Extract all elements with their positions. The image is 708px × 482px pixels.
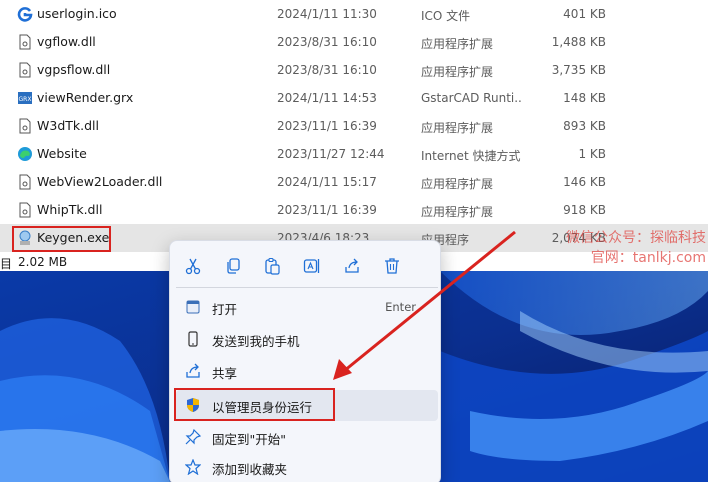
file-name: W3dTk.dll: [37, 118, 99, 133]
watermark-wechat: 微信公众号：探临科技: [566, 230, 706, 246]
file-row[interactable]: vgflow.dll 2023/8/31 16:10 应用程序扩展 1,488 …: [0, 28, 708, 56]
file-name: viewRender.grx: [37, 90, 134, 105]
status-selected-size: 2.02 MB: [18, 255, 68, 269]
file-row[interactable]: Website 2023/11/27 12:44 Internet 快捷方式 1…: [0, 140, 708, 168]
file-size: 893 KB: [563, 119, 606, 133]
copy-icon: [227, 258, 240, 274]
watermark: 微信公众号：探临科技 官网：tanlkj.com: [540, 228, 706, 268]
menu-item-label: 共享: [212, 366, 238, 381]
file-type: 应用程序扩展: [421, 121, 494, 135]
file-size: 401 KB: [563, 7, 606, 21]
rename-icon: [303, 259, 320, 273]
file-date: 2023/11/1 16:39: [277, 203, 377, 217]
file-name: Website: [37, 146, 87, 161]
file-date: 2024/1/11 14:53: [277, 91, 377, 105]
phone-icon: [188, 331, 198, 347]
dll-file-icon: [19, 62, 31, 78]
context-menu: 打开 Enter 发送到我的手机 共享 以管理员身份运行 固定到"开始" 添加到…: [169, 240, 441, 482]
file-size: 3,735 KB: [551, 63, 606, 77]
file-type: 应用程序扩展: [421, 37, 494, 51]
file-size: 146 KB: [563, 175, 606, 189]
menu-item-label: 添加到收藏夹: [212, 462, 288, 477]
file-name: vgflow.dll: [37, 34, 96, 49]
file-row[interactable]: vgpsflow.dll 2023/8/31 16:10 应用程序扩展 3,73…: [0, 56, 708, 84]
menu-item-label: 打开: [212, 302, 238, 317]
pin-icon: [185, 429, 201, 445]
file-type: ICO 文件: [421, 9, 471, 23]
menu-item-label: 发送到我的手机: [212, 334, 300, 349]
paste-icon: [265, 257, 280, 275]
file-date: 2023/11/27 12:44: [277, 147, 385, 161]
run-as-admin-highlight-box: [174, 388, 335, 421]
file-row[interactable]: userlogin.ico 2024/1/11 11:30 ICO 文件 401…: [0, 0, 708, 28]
grx-file-icon: GRX: [18, 92, 32, 104]
dll-file-icon: [19, 174, 31, 190]
edge-shortcut-icon: [18, 147, 32, 161]
menu-item-shortcut: Enter: [385, 300, 416, 314]
file-date: 2024/1/11 11:30: [277, 7, 377, 21]
dll-file-icon: [19, 34, 31, 50]
star-icon: [185, 459, 201, 475]
file-size: 1 KB: [578, 147, 606, 161]
svg-text:GRX: GRX: [19, 96, 32, 103]
file-row[interactable]: W3dTk.dll 2023/11/1 16:39 应用程序扩展 893 KB: [0, 112, 708, 140]
file-size: 918 KB: [563, 203, 606, 217]
dll-file-icon: [19, 118, 31, 134]
file-date: 2023/11/1 16:39: [277, 119, 377, 133]
watermark-website: 官网：tanlkj.com: [590, 250, 706, 266]
file-type: 应用程序扩展: [421, 177, 494, 191]
menu-item-pin-to-start[interactable]: 固定到"开始": [176, 422, 438, 453]
file-type: 应用程序扩展: [421, 65, 494, 79]
file-row[interactable]: WhipTk.dll 2023/11/1 16:39 应用程序扩展 918 KB: [0, 196, 708, 224]
delete-button[interactable]: [380, 254, 404, 278]
file-name: WhipTk.dll: [37, 202, 103, 217]
file-name: userlogin.ico: [37, 6, 117, 21]
menu-item-add-favorites[interactable]: 添加到收藏夹: [176, 452, 438, 482]
file-date: 2024/1/11 15:17: [277, 175, 377, 189]
file-type: 应用程序扩展: [421, 205, 494, 219]
rename-button[interactable]: [300, 254, 324, 278]
file-row[interactable]: WebView2Loader.dll 2024/1/11 15:17 应用程序扩…: [0, 168, 708, 196]
ico-file-icon: [17, 7, 33, 22]
cut-button[interactable]: [181, 254, 205, 278]
file-list: userlogin.ico 2024/1/11 11:30 ICO 文件 401…: [0, 0, 708, 253]
cut-icon: [185, 258, 201, 275]
file-name: vgpsflow.dll: [37, 62, 111, 77]
file-size: 1,488 KB: [551, 35, 606, 49]
menu-item-open[interactable]: 打开 Enter: [176, 292, 438, 323]
menu-separator: [176, 287, 438, 288]
share-icon: [345, 258, 359, 273]
file-name: WebView2Loader.dll: [37, 174, 163, 189]
menu-item-label: 固定到"开始": [212, 432, 286, 447]
menu-item-share[interactable]: 共享: [176, 356, 438, 387]
share-icon: [186, 363, 200, 378]
keygen-highlight-box: [12, 226, 111, 252]
delete-icon: [385, 258, 399, 274]
file-type: GstarCAD Runti...: [421, 91, 521, 105]
copy-button[interactable]: [221, 254, 245, 278]
file-type: Internet 快捷方式: [421, 149, 521, 163]
share-quick-button[interactable]: [340, 254, 364, 278]
dll-file-icon: [19, 202, 31, 218]
status-items-label: 目: [0, 257, 13, 271]
paste-button[interactable]: [260, 254, 284, 278]
menu-item-send-to-phone[interactable]: 发送到我的手机: [176, 324, 438, 355]
file-date: 2023/8/31 16:10: [277, 35, 377, 49]
file-row[interactable]: GRX viewRender.grx 2024/1/11 14:53 Gstar…: [0, 84, 708, 112]
open-icon: [186, 300, 200, 314]
file-date: 2023/8/31 16:10: [277, 63, 377, 77]
file-size: 148 KB: [563, 91, 606, 105]
